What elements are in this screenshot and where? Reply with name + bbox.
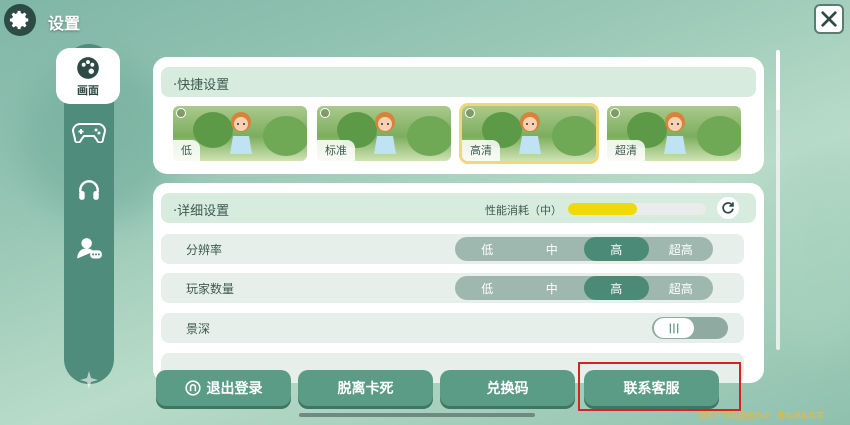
preset-badge — [465, 108, 475, 118]
gear-icon — [9, 10, 29, 30]
section-header: ·快捷设置 — [161, 67, 756, 97]
sidebar: 画面 — [56, 44, 120, 389]
preset-low[interactable]: 低 — [173, 106, 307, 161]
preset-badge — [320, 108, 330, 118]
character-icon — [374, 112, 396, 154]
reset-button[interactable] — [717, 197, 739, 219]
close-icon — [821, 11, 837, 27]
preset-badge — [176, 108, 186, 118]
performance-label: 性能消耗（中） — [485, 204, 562, 217]
refresh-icon — [722, 202, 734, 214]
privacy-link[interactable]: 游戏隐私政策 — [777, 411, 825, 420]
highlight-box — [578, 362, 741, 411]
unstuck-label: 脱离卡死 — [337, 381, 394, 397]
home-indicator — [299, 413, 535, 417]
logout-button[interactable]: 退出登录 — [156, 370, 291, 406]
background-decoration — [760, 150, 850, 350]
palette-icon — [77, 56, 99, 79]
preset-ultra[interactable]: 超清 — [607, 106, 741, 161]
footer-links: 游戏许可及服务协议 游戏隐私政策 — [694, 410, 825, 421]
character-icon — [230, 112, 252, 154]
toggle-knob: ||| — [654, 318, 694, 338]
scrollbar[interactable] — [776, 50, 780, 350]
performance-bar — [568, 203, 706, 215]
segment-option[interactable]: 超高 — [649, 276, 714, 300]
preset-bush — [697, 116, 741, 156]
row-label: 分辨率 — [186, 243, 223, 257]
segment-option[interactable]: 中 — [520, 276, 585, 300]
close-button[interactable] — [814, 4, 844, 34]
preset-bush — [263, 116, 307, 156]
detail-settings-panel: ·详细设置 性能消耗（中） 分辨率 低 中 高 超高 玩家数量 低 中 高 超高 — [153, 183, 764, 383]
license-link[interactable]: 游戏许可及服务协议 — [698, 411, 770, 420]
logout-label: 退出登录 — [206, 381, 263, 397]
row-label: 景深 — [186, 322, 211, 336]
preset-label: 低 — [173, 140, 200, 161]
segment-option[interactable]: 低 — [455, 276, 520, 300]
segment-option[interactable]: 超高 — [649, 237, 714, 261]
headphones-icon — [79, 180, 99, 200]
preset-label: 标准 — [317, 140, 355, 161]
player-count-segmented-control: 低 中 高 超高 — [455, 276, 713, 300]
sidebar-tab-audio[interactable] — [57, 164, 121, 216]
scroll-thumb[interactable] — [776, 50, 780, 110]
depth-of-field-toggle[interactable]: ||| — [652, 317, 728, 339]
quick-settings-panel: ·快捷设置 低 标准 高清 超清 — [153, 57, 764, 174]
row-label: 玩家数量 — [186, 282, 235, 296]
redeem-code-button[interactable]: 兑换码 — [440, 370, 575, 406]
preset-standard[interactable]: 标准 — [317, 106, 451, 161]
segment-option-selected[interactable]: 高 — [584, 237, 649, 261]
performance-bar-fill — [568, 203, 637, 215]
redeem-code-label: 兑换码 — [486, 381, 529, 397]
settings-button[interactable] — [4, 4, 36, 36]
header-bar: 设置 — [0, 0, 850, 44]
power-icon — [184, 380, 201, 396]
setting-row-depth-of-field: 景深 ||| — [161, 313, 744, 343]
section-title: ·快捷设置 — [173, 78, 230, 93]
sidebar-tab-display[interactable]: 画面 — [56, 48, 120, 104]
preset-bush — [407, 116, 451, 156]
sidebar-tab-label: 画面 — [77, 83, 99, 97]
preset-hd[interactable]: 高清 — [459, 103, 599, 164]
resolution-segmented-control: 低 中 高 超高 — [455, 237, 713, 261]
gamepad-icon — [72, 123, 106, 143]
sidebar-tab-account[interactable] — [57, 222, 121, 274]
setting-row-player-count: 玩家数量 低 中 高 超高 — [161, 273, 744, 303]
preset-bush — [552, 116, 596, 156]
character-icon — [519, 112, 541, 154]
sparkle-icon — [80, 371, 98, 389]
unstuck-button[interactable]: 脱离卡死 — [298, 370, 433, 406]
section-header: ·详细设置 性能消耗（中） — [161, 193, 756, 223]
preset-label: 超清 — [607, 140, 645, 161]
user-chat-icon — [77, 238, 102, 259]
setting-row-resolution: 分辨率 低 中 高 超高 — [161, 234, 744, 264]
page-title: 设置 — [48, 14, 81, 33]
section-title: ·详细设置 — [173, 204, 230, 219]
segment-option[interactable]: 低 — [455, 237, 520, 261]
segment-option[interactable]: 中 — [520, 237, 585, 261]
preset-label: 高清 — [462, 140, 500, 161]
character-icon — [664, 112, 686, 154]
sidebar-tab-controls[interactable] — [57, 106, 121, 158]
preset-badge — [610, 108, 620, 118]
segment-option-selected[interactable]: 高 — [584, 276, 649, 300]
